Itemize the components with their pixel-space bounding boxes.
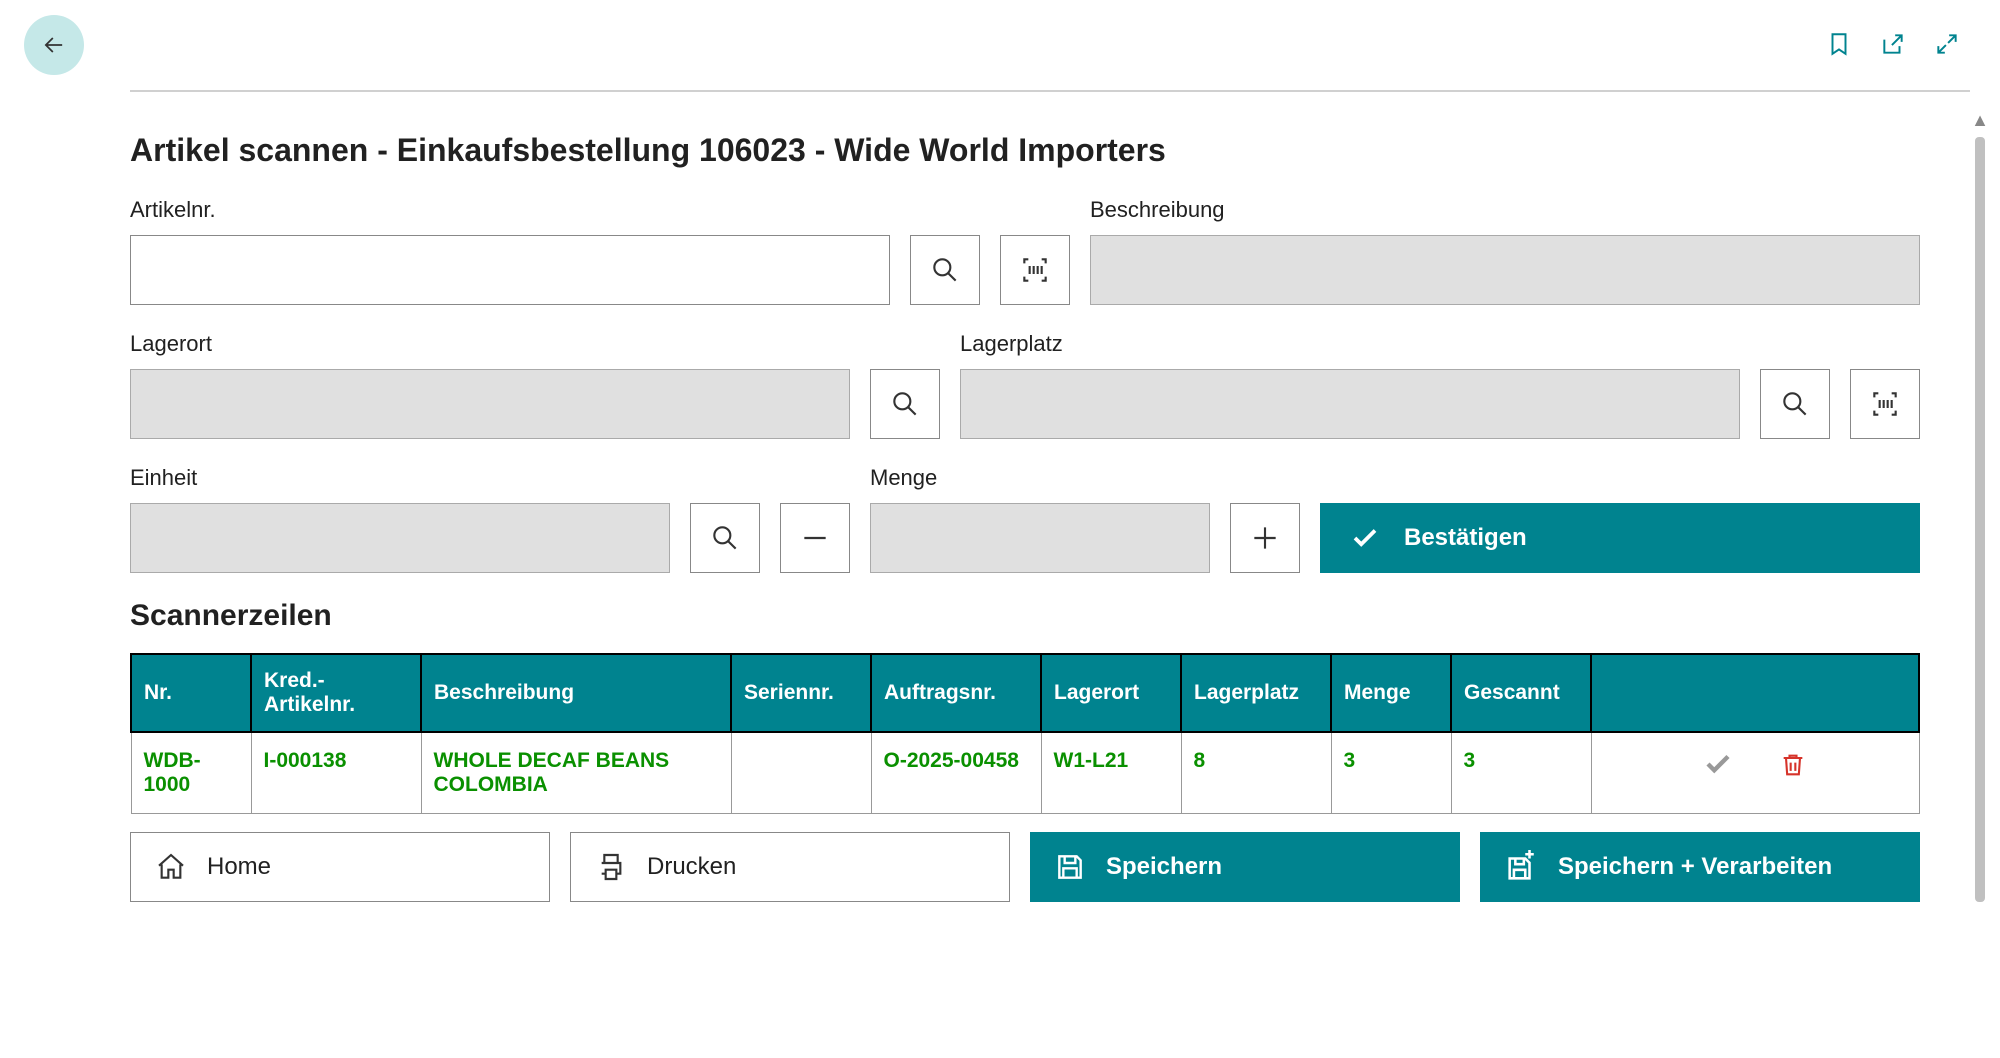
check-icon (1703, 749, 1733, 779)
th-menge: Menge (1331, 654, 1451, 732)
plus-icon (1249, 522, 1281, 554)
search-lagerplatz-button[interactable] (1760, 369, 1830, 439)
search-icon (929, 254, 961, 286)
save-process-icon (1504, 850, 1538, 884)
expand-icon[interactable] (1934, 31, 1960, 60)
th-nr: Nr. (131, 654, 251, 732)
row-delete-button[interactable] (1779, 761, 1807, 784)
th-kred: Kred.-Artikelnr. (251, 654, 421, 732)
back-button[interactable] (24, 15, 84, 75)
home-label: Home (207, 853, 271, 881)
minus-icon (799, 522, 831, 554)
trash-icon (1779, 751, 1807, 779)
barcode-icon (1869, 388, 1901, 420)
input-menge (870, 503, 1210, 573)
print-label: Drucken (647, 853, 736, 881)
share-icon[interactable] (1880, 31, 1906, 60)
cell-auftragsnr: O-2025-00458 (871, 732, 1041, 814)
print-button[interactable]: Drucken (570, 832, 1010, 902)
th-lagerplatz: Lagerplatz (1181, 654, 1331, 732)
label-menge: Menge (870, 465, 1210, 491)
home-button[interactable]: Home (130, 832, 550, 902)
search-artikelnr-button[interactable] (910, 235, 980, 305)
search-icon (889, 388, 921, 420)
cell-seriennr (731, 732, 871, 814)
scanner-lines-heading: Scannerzeilen (130, 599, 1920, 633)
bookmark-icon[interactable] (1826, 31, 1852, 60)
label-beschreibung: Beschreibung (1090, 197, 1920, 223)
label-lagerplatz: Lagerplatz (960, 331, 1740, 357)
top-bar (0, 0, 2000, 90)
check-icon (1350, 523, 1380, 553)
save-process-button[interactable]: Speichern + Verarbeiten (1480, 832, 1920, 902)
home-icon (155, 851, 187, 883)
row-confirm-button[interactable] (1703, 761, 1739, 784)
input-artikelnr[interactable] (130, 235, 890, 305)
label-lagerort: Lagerort (130, 331, 850, 357)
search-icon (1779, 388, 1811, 420)
barcode-icon (1019, 254, 1051, 286)
scroll-up-icon: ▲ (1971, 110, 1989, 131)
barcode-artikelnr-button[interactable] (1000, 235, 1070, 305)
input-lagerplatz (960, 369, 1740, 439)
th-seriennr: Seriennr. (731, 654, 871, 732)
print-icon (595, 851, 627, 883)
confirm-label: Bestätigen (1404, 524, 1527, 552)
scrollbar[interactable]: ▲ (1970, 90, 2000, 902)
input-lagerort (130, 369, 850, 439)
th-lagerort: Lagerort (1041, 654, 1181, 732)
label-artikelnr: Artikelnr. (130, 197, 890, 223)
scanner-table: Nr. Kred.-Artikelnr. Beschreibung Serien… (130, 653, 1920, 814)
confirm-button[interactable]: Bestätigen (1320, 503, 1920, 573)
scroll-thumb[interactable] (1975, 137, 1985, 902)
plus-button[interactable] (1230, 503, 1300, 573)
top-actions (1826, 31, 1960, 60)
search-einheit-button[interactable] (690, 503, 760, 573)
barcode-lagerplatz-button[interactable] (1850, 369, 1920, 439)
save-button[interactable]: Speichern (1030, 832, 1460, 902)
cell-gescannt: 3 (1451, 732, 1591, 814)
th-auftragsnr: Auftragsnr. (871, 654, 1041, 732)
back-arrow-icon (40, 31, 68, 59)
cell-nr: WDB-1000 (131, 732, 251, 814)
th-actions (1591, 654, 1919, 732)
input-einheit (130, 503, 670, 573)
input-beschreibung (1090, 235, 1920, 305)
minus-button[interactable] (780, 503, 850, 573)
table-row[interactable]: WDB-1000 I-000138 WHOLE DECAF BEANS COLO… (131, 732, 1919, 814)
cell-beschreibung: WHOLE DECAF BEANS COLOMBIA (421, 732, 731, 814)
page-title: Artikel scannen - Einkaufsbestellung 106… (130, 132, 1920, 169)
th-beschreibung: Beschreibung (421, 654, 731, 732)
save-icon (1054, 851, 1086, 883)
th-gescannt: Gescannt (1451, 654, 1591, 732)
search-icon (709, 522, 741, 554)
cell-menge: 3 (1331, 732, 1451, 814)
cell-lagerplatz: 8 (1181, 732, 1331, 814)
save-process-label: Speichern + Verarbeiten (1558, 853, 1832, 881)
cell-actions (1591, 732, 1919, 814)
save-label: Speichern (1106, 853, 1222, 881)
search-lagerort-button[interactable] (870, 369, 940, 439)
cell-kred: I-000138 (251, 732, 421, 814)
cell-lagerort: W1-L21 (1041, 732, 1181, 814)
label-einheit: Einheit (130, 465, 670, 491)
